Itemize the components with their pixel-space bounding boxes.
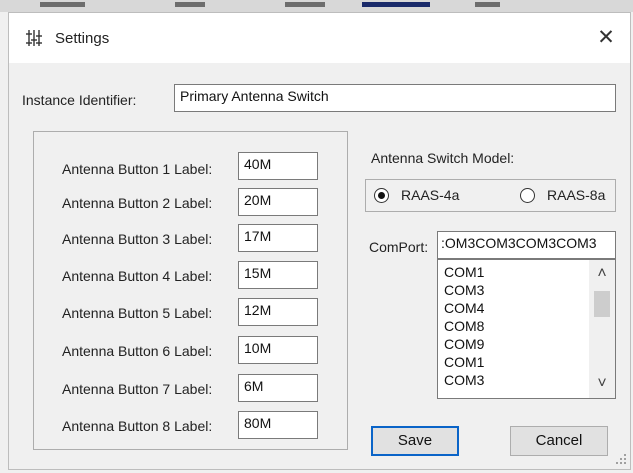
comport-list-item[interactable]: COM1 <box>444 265 484 279</box>
antenna-button-5-label: Antenna Button 5 Label: <box>62 305 213 321</box>
scrollbar-thumb[interactable] <box>594 291 610 317</box>
resize-grip-icon[interactable] <box>614 452 628 466</box>
antenna-button-6-label: Antenna Button 6 Label: <box>62 343 213 359</box>
antenna-button-1-input[interactable]: 40M <box>238 152 318 180</box>
comport-label: ComPort: <box>369 239 429 255</box>
antenna-button-2-label: Antenna Button 2 Label: <box>62 195 213 211</box>
antenna-button-4-label: Antenna Button 4 Label: <box>62 268 213 284</box>
comport-listbox[interactable]: COM1 COM3 COM4 COM8 COM9 COM1 COM3 ˄ ˅ <box>437 259 616 399</box>
antenna-button-8-input[interactable]: 80M <box>238 411 318 439</box>
antenna-button-8-label: Antenna Button 8 Label: <box>62 418 213 434</box>
cancel-button[interactable]: Cancel <box>510 426 608 456</box>
window-title: Settings <box>55 30 110 47</box>
antenna-button-5-input[interactable]: 12M <box>238 298 318 326</box>
instance-identifier-label: Instance Identifier: <box>22 92 137 108</box>
comport-list-item[interactable]: COM9 <box>444 337 484 351</box>
comport-list-item[interactable]: COM3 <box>444 283 484 297</box>
comport-list-item[interactable]: COM1 <box>444 355 484 369</box>
close-button[interactable]: ✕ <box>594 27 618 51</box>
instance-identifier-input[interactable]: Primary Antenna Switch <box>174 84 616 112</box>
radio-raas-4a-label: RAAS-4a <box>401 187 460 203</box>
antenna-button-7-input[interactable]: 6M <box>238 374 318 402</box>
antenna-button-6-input[interactable]: 10M <box>238 336 318 364</box>
close-icon: ✕ <box>597 26 615 49</box>
antenna-button-7-label: Antenna Button 7 Label: <box>62 381 213 397</box>
comport-scrollbar[interactable]: ˄ ˅ <box>589 260 615 398</box>
comport-list-item[interactable]: COM4 <box>444 301 484 315</box>
radio-raas-8a-circle <box>520 188 535 203</box>
antenna-switch-model-label: Antenna Switch Model: <box>371 150 515 166</box>
save-button[interactable]: Save <box>371 426 459 456</box>
scroll-down-arrow-icon[interactable]: ˅ <box>589 374 615 394</box>
comport-list-item[interactable]: COM8 <box>444 319 484 333</box>
antenna-button-2-input[interactable]: 20M <box>238 188 318 216</box>
radio-raas-8a-label: RAAS-8a <box>547 187 606 203</box>
radio-raas-4a-circle <box>374 188 389 203</box>
antenna-button-4-input[interactable]: 15M <box>238 261 318 289</box>
antenna-button-3-input[interactable]: 17M <box>238 224 318 252</box>
antenna-button-1-label: Antenna Button 1 Label: <box>62 161 213 177</box>
radio-selected-dot <box>378 192 385 199</box>
scroll-up-arrow-icon[interactable]: ˄ <box>589 264 615 284</box>
settings-gear-icon <box>24 28 44 48</box>
background-window-strip <box>0 0 633 12</box>
comport-input[interactable]: :OM3COM3COM3COM3 <box>437 231 616 259</box>
antenna-button-3-label: Antenna Button 3 Label: <box>62 231 213 247</box>
radio-raas-4a[interactable]: RAAS-4a <box>374 185 484 207</box>
comport-list-item[interactable]: COM3 <box>444 373 484 387</box>
radio-raas-8a[interactable]: RAAS-8a <box>520 185 615 207</box>
